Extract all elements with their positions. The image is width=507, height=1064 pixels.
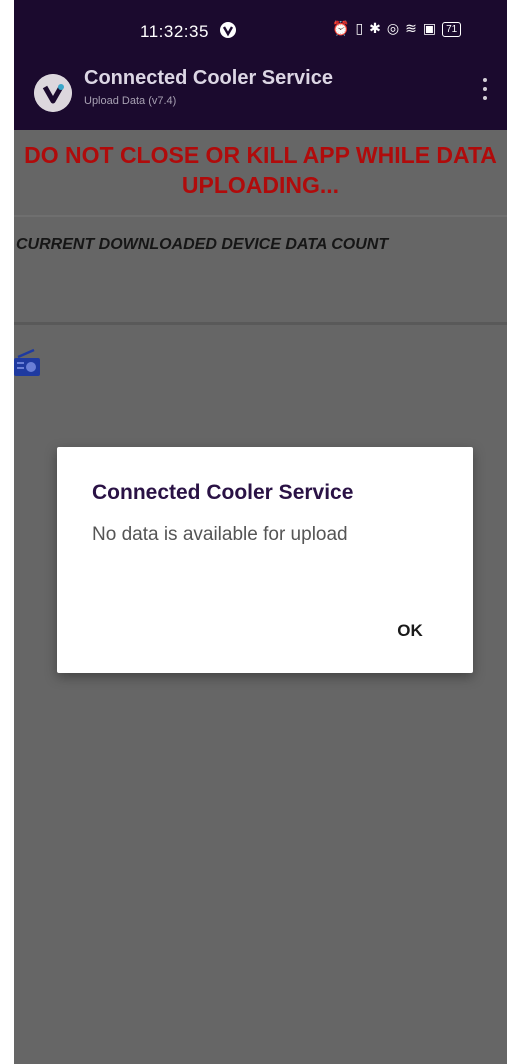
alarm-icon: ⏰ xyxy=(332,21,350,37)
status-icons: ⏰ ▯ ✱ ◎ ≋ ▣ 71 xyxy=(332,21,462,37)
upload-warning-text: DO NOT CLOSE OR KILL APP WHILE DATA UPLO… xyxy=(24,142,497,198)
wifi-icon: ≋ xyxy=(405,21,417,37)
app-subtitle: Upload Data (v7.4) xyxy=(84,95,177,107)
vibrate-icon: ▯ xyxy=(355,21,364,37)
app-logo-icon xyxy=(34,74,72,112)
divider xyxy=(14,322,507,325)
radio-icon[interactable] xyxy=(14,348,42,378)
battery-icon: 71 xyxy=(442,21,462,37)
status-bar: 11:32:35 ⏰ ▯ ✱ ◎ ≋ ▣ 71 xyxy=(14,0,507,50)
alert-dialog: Connected Cooler Service No data is avai… xyxy=(57,447,473,673)
location-icon: ◎ xyxy=(386,21,400,37)
divider xyxy=(14,215,507,217)
device-data-count-label: CURRENT DOWNLOADED DEVICE DATA COUNT xyxy=(16,236,389,253)
nfc-icon: ▣ xyxy=(422,21,437,37)
ok-button[interactable]: OK xyxy=(385,615,435,647)
app-notification-icon xyxy=(220,22,236,38)
app-bar: Connected Cooler Service Upload Data (v7… xyxy=(14,50,507,130)
phone-screen: 11:32:35 ⏰ ▯ ✱ ◎ ≋ ▣ 71 Connected Cooler… xyxy=(14,0,507,1064)
status-time: 11:32:35 xyxy=(140,22,209,41)
dialog-title: Connected Cooler Service xyxy=(92,481,354,504)
bluetooth-icon: ✱ xyxy=(369,21,381,37)
app-title: Connected Cooler Service xyxy=(84,67,333,89)
dialog-message: No data is available for upload xyxy=(92,524,348,545)
overflow-menu-icon[interactable] xyxy=(482,78,488,104)
main-content: DO NOT CLOSE OR KILL APP WHILE DATA UPLO… xyxy=(14,130,507,1064)
